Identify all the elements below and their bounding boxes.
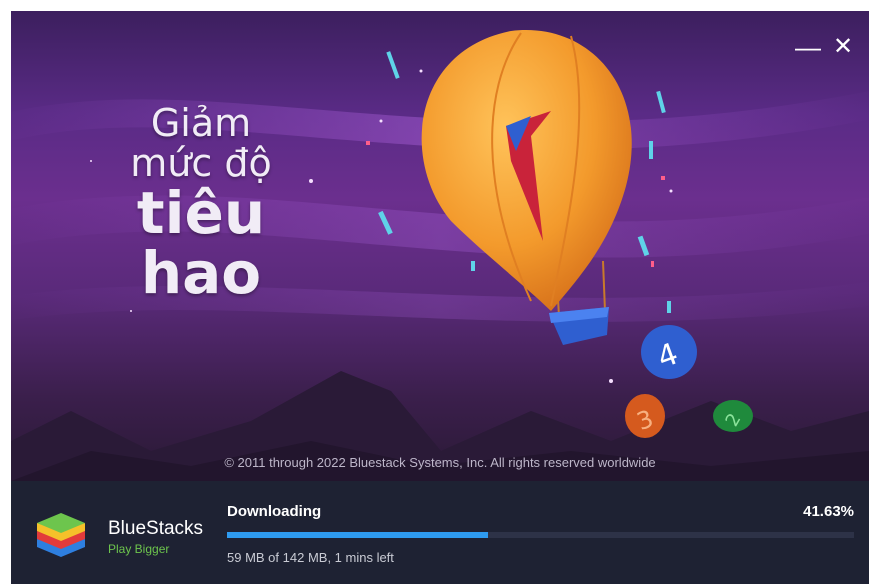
copyright-text: © 2011 through 2022 Bluestack Systems, I… bbox=[224, 455, 656, 470]
download-footer: BlueStacks Play Bigger Downloading 41.63… bbox=[11, 481, 869, 584]
headline-line-4: hao bbox=[140, 239, 262, 307]
installer-window: 4 3 2 Giảm mức độ tiêu hao — ✕ © 2011 th… bbox=[11, 11, 869, 584]
progress-fill bbox=[227, 532, 489, 538]
download-detail: 59 MB of 142 MB, 1 mins left bbox=[227, 550, 394, 565]
minimize-icon[interactable]: — bbox=[795, 34, 821, 60]
download-status: Downloading bbox=[227, 503, 322, 520]
close-icon[interactable]: ✕ bbox=[833, 35, 853, 59]
headline-line-2: mức độ bbox=[130, 141, 272, 185]
headline-line-3: tiêu bbox=[136, 179, 266, 247]
brand-name: BlueStacks bbox=[108, 518, 204, 539]
promo-banner: 4 3 2 Giảm mức độ tiêu hao — ✕ © 2011 th… bbox=[11, 11, 869, 481]
brand-tagline: Play Bigger bbox=[108, 542, 170, 556]
bluestacks-logo-icon bbox=[37, 513, 85, 557]
headline-line-1: Giảm bbox=[150, 101, 252, 145]
download-percent: 41.63% bbox=[803, 503, 854, 520]
progress-track bbox=[227, 532, 854, 538]
promo-headline: Giảm mức độ tiêu hao bbox=[96, 103, 306, 303]
